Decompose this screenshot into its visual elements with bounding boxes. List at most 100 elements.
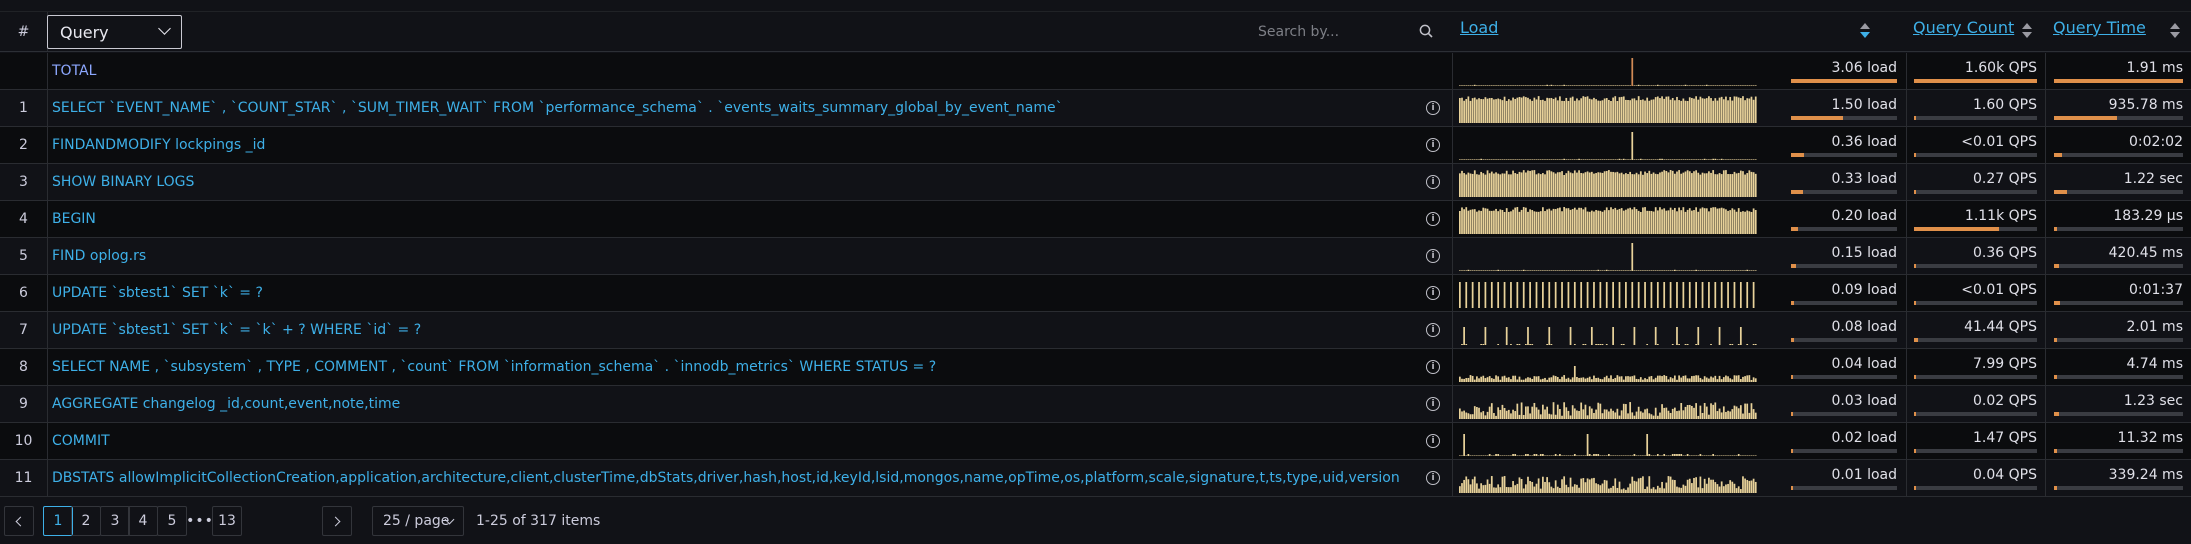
spark-bar — [1648, 159, 1651, 160]
spark-bar — [1471, 270, 1474, 271]
spark-bar — [1520, 159, 1523, 160]
query-count-value: 0.04 QPS — [1973, 467, 2037, 483]
table-row[interactable]: 1 SELECT `EVENT_NAME` , `COUNT_STAR` , `S… — [0, 90, 2191, 127]
spark-bar — [1629, 270, 1632, 271]
spark-bar — [1612, 270, 1614, 271]
load-value: 0.02 load — [1831, 430, 1897, 446]
more-pages-button[interactable]: ••• — [185, 506, 215, 536]
next-page-button[interactable] — [322, 506, 352, 536]
table-row[interactable]: 5 FIND oplog.rs i 0.15 load 0.36 QPS 420.45 m… — [0, 238, 2191, 275]
query-count-cell: 41.44 QPS — [1907, 312, 2046, 348]
load-column-header[interactable]: Load — [1460, 18, 1498, 37]
table-row[interactable]: 4 BEGIN i 0.20 load 1.11k QPS 183.29 µs — [0, 201, 2191, 238]
spark-bar — [1676, 379, 1678, 382]
load-cell: 0.04 load — [1453, 349, 1907, 385]
page-button-4[interactable]: 4 — [128, 506, 158, 536]
spark-bar — [1695, 170, 1697, 197]
info-icon[interactable]: i — [1426, 434, 1440, 448]
table-row[interactable]: 8 SELECT NAME , `subsystem` , TYPE , COMM… — [0, 349, 2191, 386]
info-icon[interactable]: i — [1426, 212, 1440, 226]
spark-bar — [1618, 455, 1621, 456]
info-icon[interactable]: i — [1426, 138, 1440, 152]
page-size-select[interactable]: 25 / page — [372, 506, 464, 536]
spark-bar — [1684, 485, 1687, 493]
spark-bar — [1629, 455, 1632, 456]
prev-page-button[interactable] — [4, 506, 34, 536]
query-link[interactable]: AGGREGATE changelog _id,count,event,note… — [52, 396, 400, 412]
spark-bar — [1648, 476, 1651, 493]
table-row[interactable]: 9 AGGREGATE changelog _id,count,event,not… — [0, 386, 2191, 423]
table-row[interactable]: 7 UPDATE `sbtest1` SET `k` = `k` + ? WHER… — [0, 312, 2191, 349]
page-button-2[interactable]: 2 — [71, 506, 101, 536]
sort-icon-query-count[interactable] — [2022, 23, 2032, 41]
spark-bar — [1616, 159, 1619, 160]
page-button-3[interactable]: 3 — [100, 506, 130, 536]
query-link[interactable]: SELECT `EVENT_NAME` , `COUNT_STAR` , `SU… — [52, 100, 1063, 116]
query-link[interactable]: SELECT NAME , `subsystem` , TYPE , COMME… — [52, 359, 936, 375]
query-time-bar — [2054, 190, 2183, 194]
info-icon[interactable]: i — [1426, 175, 1440, 189]
spark-bar — [1620, 410, 1623, 419]
page-button-5[interactable]: 5 — [157, 506, 187, 536]
spark-bar — [1507, 174, 1510, 197]
query-count-bar — [1914, 153, 2037, 157]
spark-bar — [1722, 170, 1725, 197]
table-row[interactable]: 10 COMMIT i 0.02 load 1.47 QPS 11.32 ms — [0, 423, 2191, 460]
spark-bar — [1476, 270, 1478, 271]
query-link[interactable]: DBSTATS allowImplicitCollectionCreation,… — [52, 470, 1400, 486]
spark-bar — [1652, 270, 1655, 271]
spark-bar — [1471, 479, 1474, 493]
spark-bar — [1705, 377, 1708, 382]
page-button-1[interactable]: 1 — [43, 506, 73, 536]
info-icon[interactable]: i — [1426, 249, 1440, 263]
spark-bar — [1608, 85, 1610, 86]
spark-bar — [1722, 270, 1725, 271]
spark-bar — [1693, 171, 1695, 197]
search-input[interactable]: Search by... — [1258, 20, 1438, 44]
search-icon[interactable] — [1419, 24, 1433, 38]
spark-bar — [1514, 159, 1517, 160]
info-icon[interactable]: i — [1426, 471, 1440, 485]
spark-bar — [1703, 478, 1706, 493]
query-cell: COMMIT i — [48, 423, 1453, 459]
query-link[interactable]: UPDATE `sbtest1` SET `k` = `k` + ? WHERE… — [52, 322, 421, 338]
table-row[interactable]: 3 SHOW BINARY LOGS i 0.33 load 0.27 QPS 1.22 … — [0, 164, 2191, 201]
spark-bar — [1569, 327, 1572, 345]
total-row[interactable]: TOTAL 3.06 load 1.60k QPS 1.91 ms — [0, 53, 2191, 90]
info-icon[interactable]: i — [1426, 360, 1440, 374]
spark-bar — [1708, 159, 1710, 160]
spark-bar — [1739, 85, 1742, 86]
table-row[interactable]: 11 DBSTATS allowImplicitCollectionCreatio… — [0, 460, 2191, 497]
spark-bar — [1686, 454, 1689, 456]
query-link[interactable]: FIND oplog.rs — [52, 248, 146, 264]
spark-bar — [1465, 282, 1468, 308]
info-icon[interactable]: i — [1426, 286, 1440, 300]
table-row[interactable]: 6 UPDATE `sbtest1` SET `k` = ? i 0.09 load <… — [0, 275, 2191, 312]
info-icon[interactable]: i — [1426, 323, 1440, 337]
query-link[interactable]: BEGIN — [52, 211, 96, 227]
query-link[interactable]: UPDATE `sbtest1` SET `k` = ? — [52, 285, 263, 301]
sort-icon-query-time[interactable] — [2170, 23, 2180, 41]
info-icon[interactable]: i — [1426, 101, 1440, 115]
spark-bar — [1524, 97, 1527, 123]
spark-bar — [1635, 100, 1638, 123]
spark-bar — [1616, 408, 1619, 419]
query-count-column-header[interactable]: Query Count — [1913, 18, 2014, 37]
spark-bar — [1571, 209, 1574, 234]
spark-bar — [1731, 159, 1734, 160]
spark-bar — [1559, 409, 1561, 419]
query-link[interactable]: COMMIT — [52, 433, 110, 449]
info-icon[interactable]: i — [1426, 397, 1440, 411]
query-link[interactable]: FINDANDMODIFY lockpings _id — [52, 137, 265, 153]
table-row[interactable]: 2 FINDANDMODIFY lockpings _id i 0.36 load <0… — [0, 127, 2191, 164]
spark-bar — [1554, 376, 1557, 382]
spark-bar — [1712, 85, 1715, 86]
page-button-last[interactable]: 13 — [212, 506, 242, 536]
query-dimension-select[interactable]: Query — [47, 15, 182, 49]
query-link[interactable]: SHOW BINARY LOGS — [52, 174, 194, 190]
sort-icon-load[interactable] — [1860, 23, 1870, 41]
spark-bar — [1754, 270, 1757, 271]
spark-bar — [1750, 480, 1753, 493]
spark-bar — [1565, 159, 1568, 160]
query-time-column-header[interactable]: Query Time — [2053, 18, 2146, 37]
